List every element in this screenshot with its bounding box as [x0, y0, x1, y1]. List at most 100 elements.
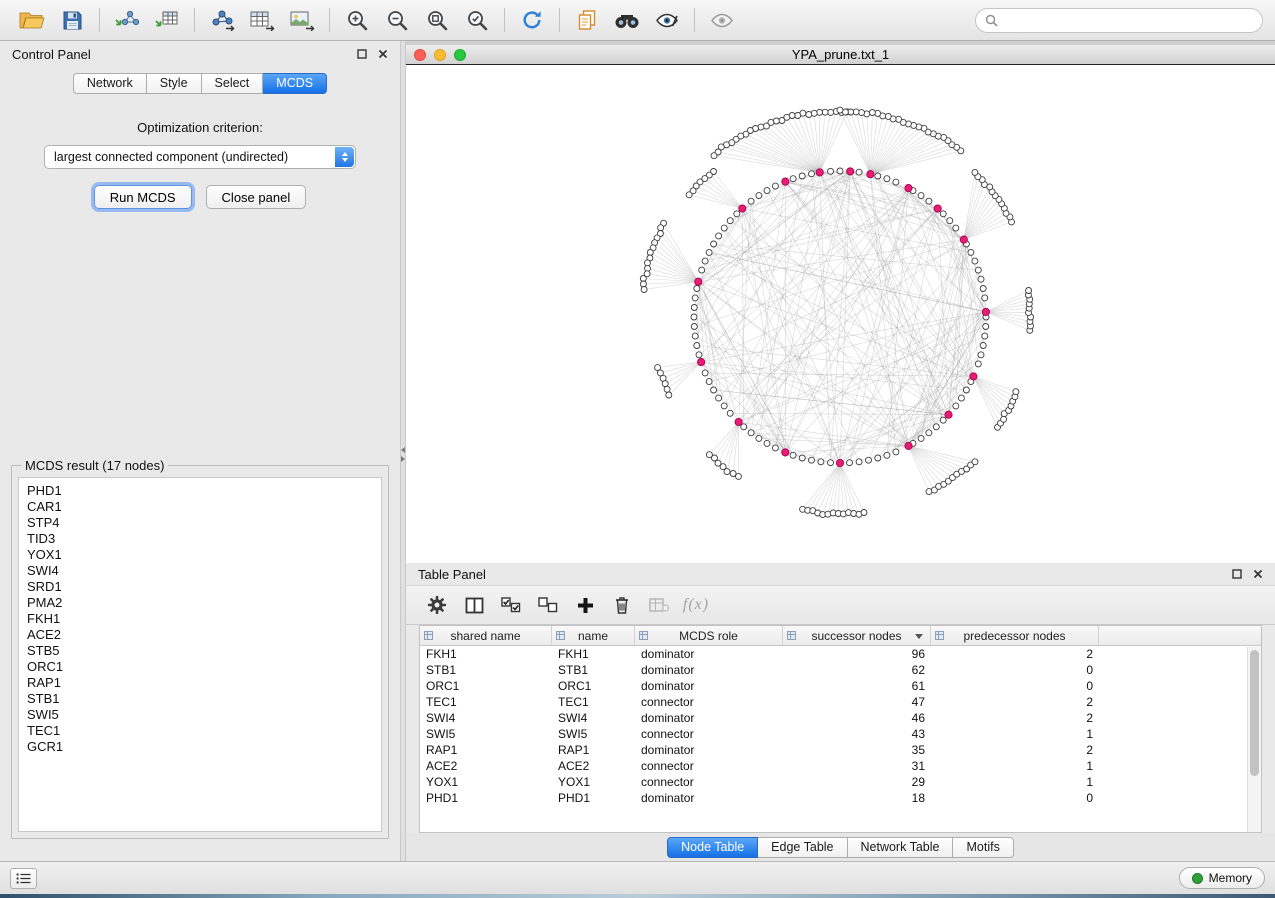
mcds-result-item[interactable]: TID3	[27, 531, 373, 547]
main-toolbar	[0, 0, 1275, 41]
column-header-successor-nodes[interactable]: successor nodes	[783, 626, 931, 645]
open-session-button[interactable]	[12, 3, 52, 37]
copy-view-button[interactable]	[567, 3, 607, 37]
control-panel-header: Control Panel	[0, 41, 400, 67]
list-icon	[16, 873, 31, 884]
tab-style[interactable]: Style	[147, 73, 202, 94]
mcds-result-item[interactable]: STB1	[27, 691, 373, 707]
column-visibility-button[interactable]	[457, 590, 491, 620]
mcds-result-item[interactable]: PHD1	[27, 483, 373, 499]
memory-button[interactable]: Memory	[1179, 867, 1265, 889]
function-builder-button[interactable]: f(x)	[679, 590, 713, 620]
new-network-button[interactable]	[202, 3, 242, 37]
panel-splitter[interactable]	[400, 41, 406, 861]
cell-successor-nodes: 62	[783, 663, 931, 677]
mcds-result-item[interactable]: STP4	[27, 515, 373, 531]
mcds-result-item[interactable]: PMA2	[27, 595, 373, 611]
mcds-result-item[interactable]: SRD1	[27, 579, 373, 595]
tab-network-table[interactable]: Network Table	[848, 837, 954, 858]
tab-motifs[interactable]: Motifs	[953, 837, 1013, 858]
table-row-FKH1[interactable]: FKH1FKH1dominator962	[420, 646, 1261, 662]
table-row-ACE2[interactable]: ACE2ACE2connector311	[420, 758, 1261, 774]
scrollbar-thumb[interactable]	[1250, 650, 1259, 776]
search-input[interactable]	[1004, 13, 1253, 27]
control-panel-tabs: NetworkStyleSelectMCDS	[73, 73, 327, 94]
table-row-SWI5[interactable]: SWI5SWI5connector431	[420, 726, 1261, 742]
zoom-fit-icon	[426, 9, 448, 31]
mcds-result-item[interactable]: RAP1	[27, 675, 373, 691]
run-mcds-button[interactable]: Run MCDS	[94, 185, 192, 209]
delete-column-button[interactable]	[605, 590, 639, 620]
task-history-button[interactable]	[10, 868, 37, 889]
mcds-result-item[interactable]: GCR1	[27, 739, 373, 755]
mcds-result-list[interactable]: PHD1CAR1STP4TID3YOX1SWI4SRD1PMA2FKH1ACE2…	[18, 477, 382, 832]
show-hide-button[interactable]	[702, 3, 742, 37]
tab-mcds[interactable]: MCDS	[263, 73, 327, 94]
mcds-result-item[interactable]: CAR1	[27, 499, 373, 515]
close-panel-icon[interactable]	[378, 49, 388, 59]
optimization-label: Optimization criterion:	[0, 120, 400, 135]
cell-mcds-role: dominator	[635, 679, 783, 693]
table-row-RAP1[interactable]: RAP1RAP1dominator352	[420, 742, 1261, 758]
table-row-ORC1[interactable]: ORC1ORC1dominator610	[420, 678, 1261, 694]
tab-network[interactable]: Network	[73, 73, 147, 94]
table-scrollbar[interactable]	[1247, 647, 1261, 832]
zoom-fit-button[interactable]	[417, 3, 457, 37]
mcds-result-item[interactable]: SWI4	[27, 563, 373, 579]
column-header-mcds-role[interactable]: MCDS role	[635, 626, 783, 645]
zoom-selected-button[interactable]	[457, 3, 497, 37]
mcds-result-item[interactable]: SWI5	[27, 707, 373, 723]
cell-name: RAP1	[552, 743, 635, 757]
deselect-all-button[interactable]	[531, 590, 565, 620]
cell-predecessor-nodes: 1	[931, 759, 1099, 773]
table-row-PHD1[interactable]: PHD1PHD1dominator180	[420, 790, 1261, 806]
mcds-result-item[interactable]: ACE2	[27, 627, 373, 643]
import-table-button[interactable]	[147, 3, 187, 37]
tab-select[interactable]: Select	[202, 73, 264, 94]
mcds-result-item[interactable]: TEC1	[27, 723, 373, 739]
table-row-YOX1[interactable]: YOX1YOX1connector291	[420, 774, 1261, 790]
sort-descending-icon[interactable]	[915, 634, 923, 639]
table-row-STB1[interactable]: STB1STB1dominator620	[420, 662, 1261, 678]
splitter-handle-icon[interactable]	[400, 447, 406, 462]
column-header-name[interactable]: name	[552, 626, 635, 645]
zoom-out-button[interactable]	[377, 3, 417, 37]
float-table-panel-icon[interactable]	[1232, 569, 1242, 579]
column-header-shared-name[interactable]: shared name	[420, 626, 552, 645]
close-panel-button[interactable]: Close panel	[206, 185, 307, 209]
export-image-button[interactable]	[282, 3, 322, 37]
maximize-window-icon[interactable]	[454, 49, 466, 61]
toolbar-separator	[504, 8, 505, 32]
close-window-icon[interactable]	[414, 49, 426, 61]
table-settings-button[interactable]	[420, 590, 454, 620]
table-row-SWI4[interactable]: SWI4SWI4dominator462	[420, 710, 1261, 726]
network-canvas[interactable]	[406, 65, 1275, 563]
annotation-eye-icon	[655, 12, 679, 29]
column-header-predecessor-nodes[interactable]: predecessor nodes	[931, 626, 1099, 645]
gear-icon	[427, 595, 447, 615]
mcds-result-item[interactable]: FKH1	[27, 611, 373, 627]
float-panel-icon[interactable]	[357, 49, 367, 59]
network-window: YPA_prune.txt_1	[406, 41, 1275, 563]
refresh-button[interactable]	[512, 3, 552, 37]
tab-edge-table[interactable]: Edge Table	[758, 837, 847, 858]
zoom-in-button[interactable]	[337, 3, 377, 37]
mcds-result-item[interactable]: YOX1	[27, 547, 373, 563]
annotation-toggle-button[interactable]	[647, 3, 687, 37]
tab-node-table[interactable]: Node Table	[667, 837, 758, 858]
mcds-result-item[interactable]: STB5	[27, 643, 373, 659]
table-row-TEC1[interactable]: TEC1TEC1connector472	[420, 694, 1261, 710]
find-button[interactable]	[607, 3, 647, 37]
close-table-panel-icon[interactable]	[1253, 569, 1263, 579]
new-table-button[interactable]	[242, 3, 282, 37]
import-network-button[interactable]	[107, 3, 147, 37]
criterion-dropdown[interactable]: largest connected component (undirected)	[44, 145, 356, 169]
delete-table-button[interactable]	[642, 590, 676, 620]
mcds-result-item[interactable]: ORC1	[27, 659, 373, 675]
minimize-window-icon[interactable]	[434, 49, 446, 61]
create-column-button[interactable]	[568, 590, 602, 620]
select-all-button[interactable]	[494, 590, 528, 620]
search-box[interactable]	[975, 8, 1263, 33]
save-session-button[interactable]	[52, 3, 92, 37]
network-window-titlebar[interactable]: YPA_prune.txt_1	[406, 45, 1275, 65]
